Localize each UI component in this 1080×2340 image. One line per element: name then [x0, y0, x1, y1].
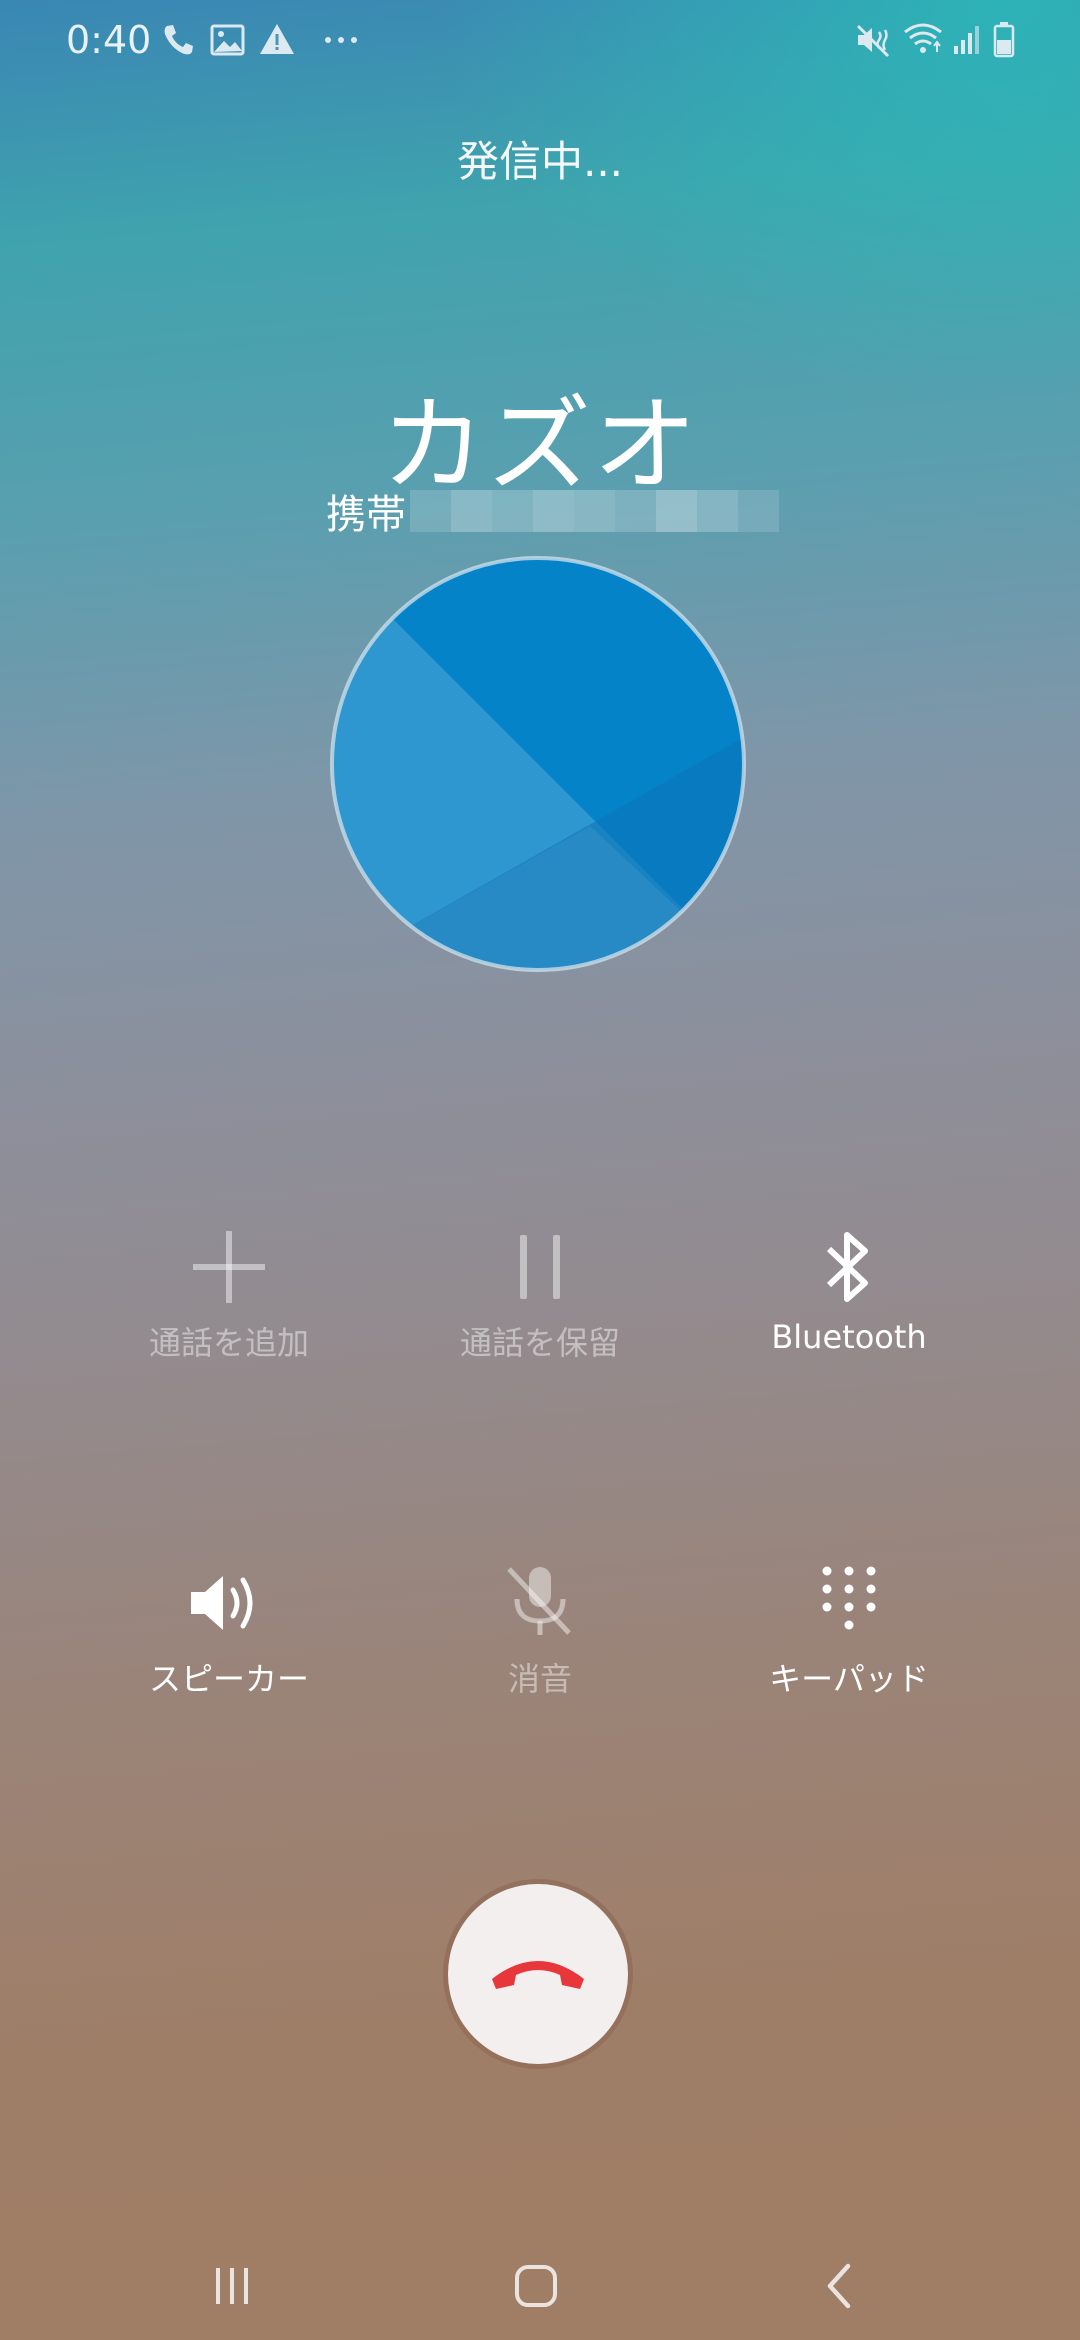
keypad-button[interactable]: キーパッド [719, 1558, 979, 1700]
pause-icon [520, 1235, 560, 1299]
contact-avatar [330, 556, 746, 972]
navigation-bar [0, 2232, 1080, 2340]
battery-icon [993, 22, 1015, 58]
recents-button[interactable] [192, 2256, 272, 2316]
number-type-label: 携帯 [326, 492, 406, 538]
mute-label: 消音 [507, 1660, 572, 1698]
status-time: 0:40 [66, 18, 152, 62]
wifi-icon [904, 23, 942, 53]
warning-icon [260, 24, 294, 54]
add-icon [193, 1231, 265, 1303]
hold-call-label: 通話を保留 [459, 1324, 620, 1362]
recents-icon [216, 2268, 248, 2304]
back-button[interactable] [800, 2256, 880, 2316]
mute-button[interactable]: 消音 [410, 1558, 670, 1700]
more-dots-icon [325, 37, 357, 43]
status-bar: 0:40 [0, 0, 1080, 84]
add-call-button[interactable]: 通話を追加 [99, 1222, 359, 1364]
mute-vibrate-icon [856, 24, 890, 58]
mic-off-icon [507, 1567, 571, 1635]
phone-number-masked [410, 490, 779, 532]
back-icon [827, 2263, 851, 2309]
phone-number-row: 携帯 [326, 488, 779, 538]
keypad-label: キーパッド [769, 1660, 929, 1698]
speaker-button[interactable]: スピーカー [99, 1558, 359, 1700]
phone-icon [164, 25, 193, 55]
bluetooth-icon [826, 1232, 868, 1302]
speaker-label: スピーカー [148, 1660, 309, 1698]
home-button[interactable] [496, 2256, 576, 2316]
bluetooth-label: Bluetooth [771, 1318, 927, 1356]
hold-call-button[interactable]: 通話を保留 [410, 1222, 670, 1364]
call-status: 発信中... [456, 137, 624, 186]
speaker-icon [191, 1576, 253, 1630]
home-icon [515, 2265, 557, 2307]
image-icon [210, 24, 245, 56]
end-call-icon [492, 1961, 584, 1989]
signal-icon [954, 26, 979, 54]
bluetooth-button[interactable]: Bluetooth [719, 1222, 979, 1356]
keypad-icon [822, 1566, 876, 1630]
add-call-label: 通話を追加 [148, 1324, 309, 1362]
end-call-button[interactable] [448, 1884, 628, 2064]
